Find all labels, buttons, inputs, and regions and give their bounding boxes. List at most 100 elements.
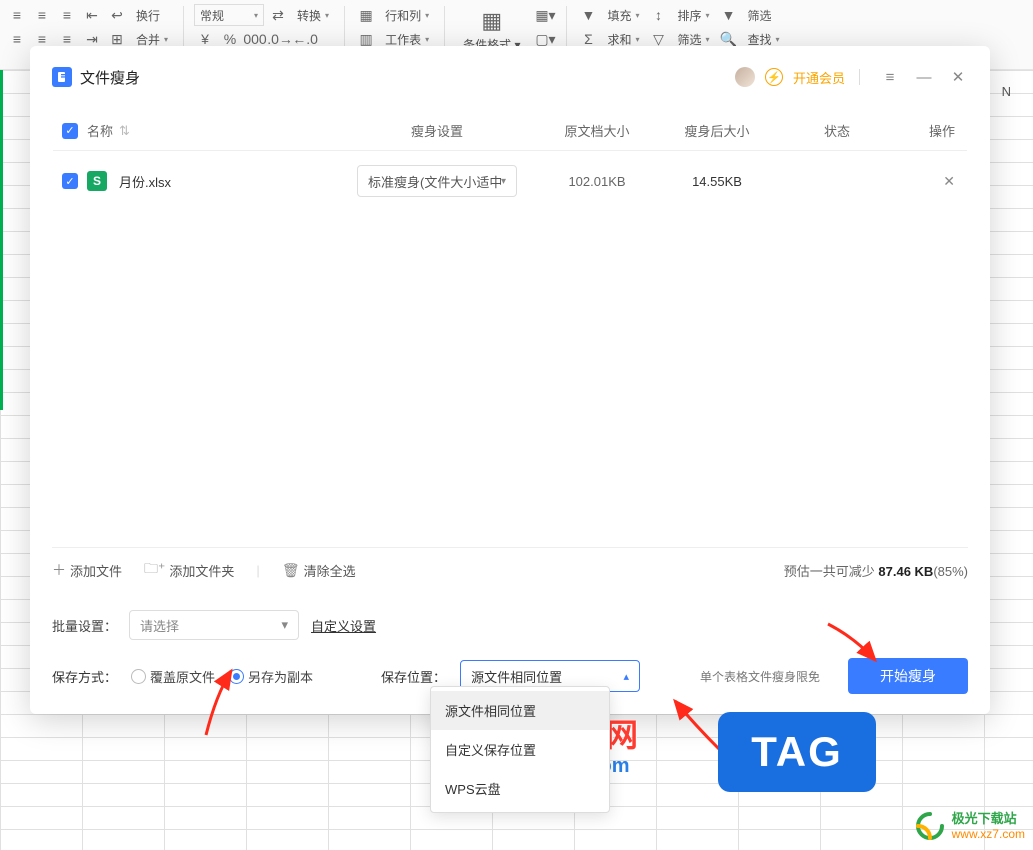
minimize-icon[interactable]: —: [914, 67, 934, 87]
clear-all-label: 清除全选: [304, 561, 356, 580]
estimate-text: 预估一共可减少 87.46 KB(85%): [784, 561, 968, 580]
align-left-icon[interactable]: ≡: [6, 28, 28, 50]
col-setting-label: 瘦身设置: [337, 121, 537, 140]
sort-icon[interactable]: ↕: [648, 4, 670, 26]
slim-setting-value: 标准瘦身(文件大小适中: [368, 172, 501, 191]
rowcol-icon[interactable]: ▦: [355, 4, 377, 26]
watermark-corner: 极光下载站 www.xz7.com: [914, 810, 1025, 842]
rowcol-label: 行和列: [385, 7, 421, 24]
rowcol-button[interactable]: 行和列▾: [380, 4, 434, 26]
orig-size-cell: 102.01KB: [537, 174, 657, 189]
dropdown-option-custom[interactable]: 自定义保存位置: [431, 730, 609, 769]
dialog-title: 文件瘦身: [80, 67, 140, 88]
watermark-corner-title: 极光下载站: [952, 811, 1025, 827]
filter-h-label: 筛选: [748, 7, 772, 24]
column-header-n[interactable]: N: [1002, 84, 1011, 99]
batch-setting-row: 批量设置： 请选择 ▾ 自定义设置: [52, 610, 968, 640]
convert-label: 转换: [297, 7, 321, 24]
dropdown-option-same[interactable]: 源文件相同位置: [431, 691, 609, 730]
xlsx-file-icon: S: [87, 171, 107, 191]
wrap-text-button[interactable]: 换行: [131, 4, 165, 26]
col-status-label: 状态: [777, 121, 897, 140]
save-location-value: 源文件相同位置: [471, 667, 562, 686]
delete-row-icon[interactable]: ✕: [943, 173, 955, 189]
batch-select-placeholder: 请选择: [140, 616, 179, 635]
table-row: ✓ S 月份.xlsx 标准瘦身(文件大小适中 ▾ 102.01KB 14.55…: [53, 151, 967, 211]
chevron-down-icon: ▾: [501, 176, 506, 187]
convert-icon[interactable]: ⇄: [267, 4, 289, 26]
filter-h-button[interactable]: 筛选: [743, 4, 777, 26]
limit-text: 单个表格文件瘦身限免: [700, 668, 820, 685]
slim-setting-select[interactable]: 标准瘦身(文件大小适中 ▾: [357, 165, 517, 197]
filter-label: 筛选: [678, 31, 702, 48]
selection-edge: [0, 70, 3, 410]
sort-button[interactable]: 排序▾: [673, 4, 715, 26]
chevron-down-icon: ▾: [281, 617, 288, 633]
find-label: 查找: [748, 31, 772, 48]
fill-button[interactable]: 填充▾: [602, 4, 644, 26]
vip-icon[interactable]: ⚡: [765, 68, 783, 86]
radio-icon: [229, 669, 244, 684]
watermark-tag-badge: TAG: [718, 712, 876, 792]
close-icon[interactable]: ✕: [948, 67, 968, 87]
sum-label: 求和: [607, 31, 631, 48]
footer-bar: ＋添加文件 🗀⁺添加文件夹 | 🗑清除全选 预估一共可减少 87.46 KB(8…: [52, 547, 968, 592]
sort-label: 排序: [678, 7, 702, 24]
number-format-label: 常规: [200, 7, 224, 24]
col-after-label: 瘦身后大小: [657, 121, 777, 140]
table-style-icon[interactable]: ▦▾: [534, 4, 556, 26]
dialog-icon: [52, 67, 72, 87]
batch-select[interactable]: 请选择 ▾: [129, 610, 299, 640]
dropdown-option-wps[interactable]: WPS云盘: [431, 769, 609, 808]
vip-link[interactable]: 开通会员: [793, 68, 845, 87]
dialog-header: 文件瘦身 ⚡ 开通会员 ≡ — ✕: [52, 64, 968, 90]
align-top-icon[interactable]: ≡: [6, 4, 28, 26]
add-file-label: 添加文件: [70, 561, 122, 580]
start-slim-button[interactable]: 开始瘦身: [848, 658, 968, 694]
file-table: ✓ 名称 ⇅ 瘦身设置 原文档大小 瘦身后大小 状态 操作 ✓ S 月份.xls…: [52, 110, 968, 212]
add-file-button[interactable]: ＋添加文件: [52, 560, 122, 580]
convert-button[interactable]: 转换▾: [292, 4, 334, 26]
fill-label: 填充: [607, 7, 631, 24]
indent-dec-icon[interactable]: ⇤: [81, 4, 103, 26]
swirl-icon: [914, 810, 946, 842]
watermark-corner-url: www.xz7.com: [952, 827, 1025, 841]
align-bottom-icon[interactable]: ≡: [56, 4, 78, 26]
row-checkbox[interactable]: ✓: [62, 173, 78, 189]
align-middle-icon[interactable]: ≡: [31, 4, 53, 26]
radio-copy-label: 另存为副本: [248, 667, 313, 686]
add-folder-button[interactable]: 🗀⁺添加文件夹: [144, 558, 234, 582]
save-mode-label: 保存方式：: [52, 667, 117, 686]
menu-icon[interactable]: ≡: [880, 67, 900, 87]
file-name-cell: 月份.xlsx: [119, 172, 171, 191]
add-folder-label: 添加文件夹: [169, 561, 234, 580]
table-header: ✓ 名称 ⇅ 瘦身设置 原文档大小 瘦身后大小 状态 操作: [53, 111, 967, 151]
radio-overwrite[interactable]: 覆盖原文件: [131, 667, 215, 686]
worksheet-label: 工作表: [385, 31, 421, 48]
chevron-up-icon: ▴: [624, 670, 630, 683]
wrap-icon[interactable]: ↩: [106, 4, 128, 26]
sort-indicator-icon[interactable]: ⇅: [119, 123, 130, 139]
radio-icon: [131, 669, 146, 684]
col-action-label: 操作: [897, 121, 967, 140]
save-location-label: 保存位置：: [381, 667, 446, 686]
select-all-checkbox[interactable]: ✓: [62, 123, 78, 139]
save-location-dropdown: 源文件相同位置 自定义保存位置 WPS云盘: [430, 686, 610, 813]
number-format-select[interactable]: 常规▾: [194, 4, 264, 26]
folder-plus-icon: 🗀⁺: [144, 558, 165, 582]
file-slim-dialog: 文件瘦身 ⚡ 开通会员 ≡ — ✕ ✓ 名称 ⇅ 瘦身设置 原文档大小 瘦身后大…: [30, 46, 990, 714]
after-size-cell: 14.55KB: [657, 174, 777, 189]
cond-format-icon: ▦: [481, 8, 502, 34]
col-name-label: 名称: [87, 121, 113, 140]
custom-setting-link[interactable]: 自定义设置: [311, 616, 376, 635]
avatar[interactable]: [735, 67, 755, 87]
batch-label: 批量设置：: [52, 616, 117, 635]
trash-icon: 🗑: [282, 562, 300, 579]
filter-h-icon[interactable]: ▼: [718, 4, 740, 26]
merge-label: 合并: [136, 31, 160, 48]
fill-icon[interactable]: ▼: [577, 4, 599, 26]
col-orig-label: 原文档大小: [537, 121, 657, 140]
radio-save-copy[interactable]: 另存为副本: [229, 667, 313, 686]
clear-all-button[interactable]: 🗑清除全选: [282, 561, 356, 580]
plus-icon: ＋: [52, 560, 66, 580]
